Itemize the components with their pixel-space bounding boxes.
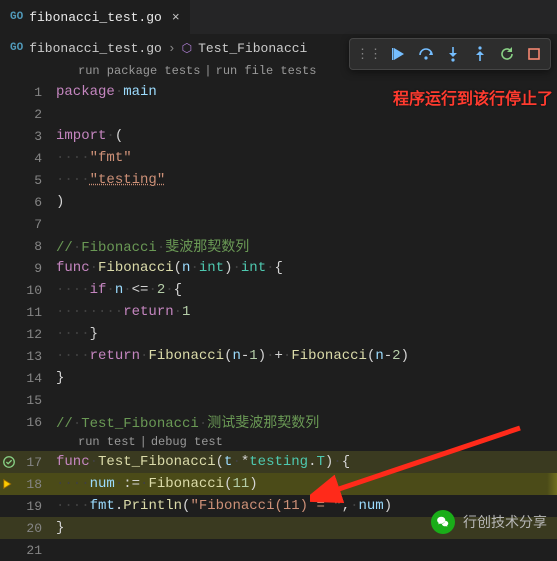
line-number: 11 bbox=[18, 305, 56, 320]
go-file-icon: GO bbox=[10, 11, 23, 23]
code-line: func·Test_Fibonacci(t·*testing.T)·{ bbox=[56, 454, 350, 470]
code-line: ····return·Fibonacci(n-1)·+·Fibonacci(n-… bbox=[56, 348, 409, 364]
line-number: 14 bbox=[18, 371, 56, 386]
line-number: 4 bbox=[18, 151, 56, 166]
line-number: 17 bbox=[18, 455, 56, 470]
step-into-button[interactable] bbox=[441, 42, 465, 66]
line-number: 19 bbox=[18, 499, 56, 514]
code-line: ········return·1 bbox=[56, 304, 190, 320]
codelens-divider: | bbox=[204, 64, 211, 78]
annotation-text: 程序运行到该行停止了 bbox=[393, 85, 553, 109]
breadcrumb-file[interactable]: fibonacci_test.go bbox=[29, 41, 162, 56]
watermark-text: 行创技术分享 bbox=[463, 512, 547, 532]
go-file-icon: GO bbox=[10, 42, 23, 54]
editor-tabbar: GO fibonacci_test.go × bbox=[0, 0, 557, 35]
code-line: ····num·:=·Fibonacci(11) bbox=[56, 476, 258, 492]
line-number: 8 bbox=[18, 239, 56, 254]
tab-filename: fibonacci_test.go bbox=[29, 10, 162, 25]
stop-button[interactable] bbox=[522, 42, 546, 66]
drag-handle-icon[interactable]: ⋮⋮ bbox=[354, 47, 384, 62]
code-line: ····"fmt" bbox=[56, 150, 132, 166]
line-number: 20 bbox=[18, 521, 56, 536]
wechat-icon bbox=[431, 510, 455, 534]
close-icon[interactable]: × bbox=[172, 10, 180, 25]
line-number: 5 bbox=[18, 173, 56, 188]
line-number: 18 bbox=[18, 477, 56, 492]
step-over-button[interactable] bbox=[414, 42, 438, 66]
code-line: ····} bbox=[56, 326, 98, 342]
codelens-test: run test | debug test bbox=[0, 433, 557, 451]
line-number: 13 bbox=[18, 349, 56, 364]
code-editor[interactable]: 1package·main 2 3import·( 4····"fmt" 5··… bbox=[0, 81, 557, 561]
codelens-divider: | bbox=[140, 435, 147, 449]
codelens-debug-test[interactable]: debug test bbox=[151, 435, 223, 449]
line-number: 1 bbox=[18, 85, 56, 100]
line-number: 6 bbox=[18, 195, 56, 210]
debug-toolbar: ⋮⋮ bbox=[349, 38, 551, 70]
line-number: 10 bbox=[18, 283, 56, 298]
line-number: 16 bbox=[18, 415, 56, 430]
code-line: func·Fibonacci(n·int)·int·{ bbox=[56, 260, 283, 276]
breakpoint-verified-icon[interactable] bbox=[0, 451, 18, 473]
code-line: //·Fibonacci·斐波那契数列 bbox=[56, 236, 249, 256]
file-tab-fibonacci-test[interactable]: GO fibonacci_test.go × bbox=[0, 0, 191, 34]
code-line: package·main bbox=[56, 84, 157, 100]
restart-button[interactable] bbox=[495, 42, 519, 66]
line-number: 21 bbox=[18, 543, 56, 558]
code-line: ····if·n·<=·2·{ bbox=[56, 282, 182, 298]
codelens-run-test[interactable]: run test bbox=[78, 435, 136, 449]
line-number: 7 bbox=[18, 217, 56, 232]
codelens-run-package-tests[interactable]: run package tests bbox=[78, 64, 200, 78]
chevron-right-icon: › bbox=[168, 41, 176, 56]
watermark: 行创技术分享 bbox=[431, 510, 547, 534]
code-line: ) bbox=[56, 194, 64, 210]
codelens-run-file-tests[interactable]: run file tests bbox=[216, 64, 317, 78]
step-out-button[interactable] bbox=[468, 42, 492, 66]
code-line: } bbox=[56, 370, 64, 386]
continue-button[interactable] bbox=[387, 42, 411, 66]
code-line: import·( bbox=[56, 128, 123, 144]
line-number: 9 bbox=[18, 261, 56, 276]
code-line: } bbox=[56, 520, 64, 536]
code-line: ····"testing" bbox=[56, 172, 165, 188]
code-line: ····fmt.Println("Fibonacci(11) = ",·num) bbox=[56, 498, 392, 514]
line-number: 15 bbox=[18, 393, 56, 408]
breadcrumb-symbol[interactable]: Test_Fibonacci bbox=[198, 41, 307, 56]
function-icon: ⬡ bbox=[182, 41, 192, 56]
line-number: 12 bbox=[18, 327, 56, 342]
code-line: //·Test_Fibonacci·测试斐波那契数列 bbox=[56, 412, 319, 432]
current-execution-icon bbox=[0, 473, 18, 495]
line-number: 3 bbox=[18, 129, 56, 144]
line-number: 2 bbox=[18, 107, 56, 122]
